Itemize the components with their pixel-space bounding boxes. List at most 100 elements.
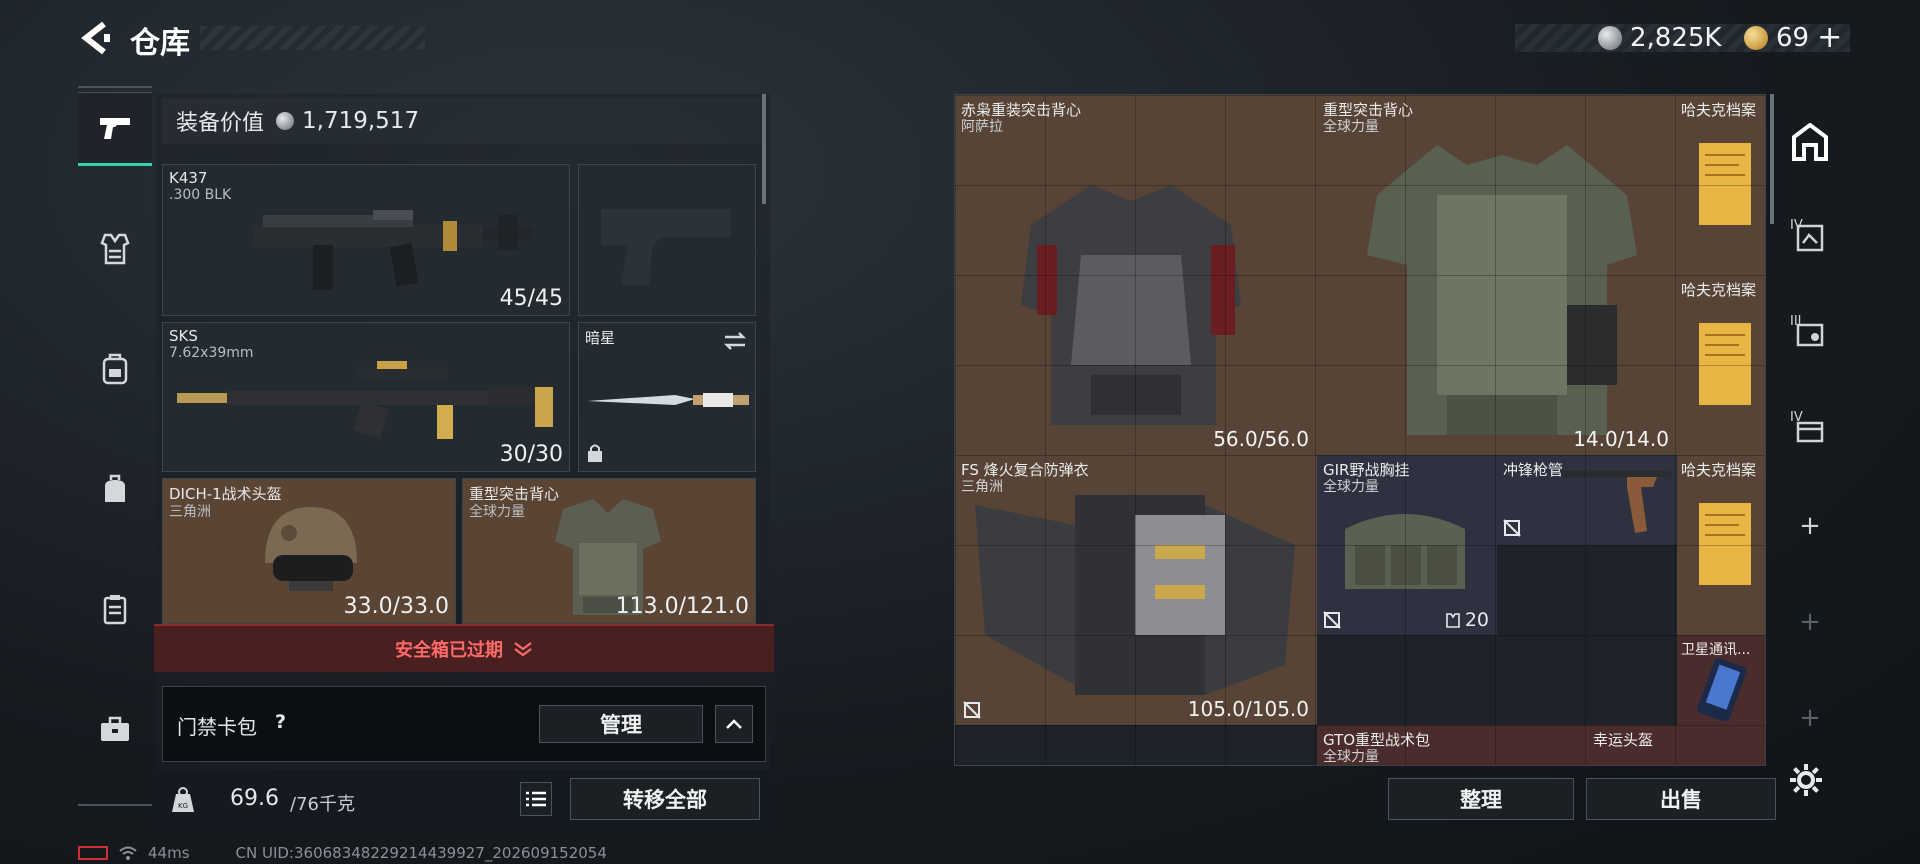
nav-vest[interactable]	[78, 212, 152, 286]
nav-weapons[interactable]	[78, 92, 152, 166]
item-name: 卫星通讯...	[1681, 642, 1751, 658]
pistol-icon	[100, 118, 130, 139]
item-name: 冲锋枪管	[1503, 461, 1564, 479]
stash-item[interactable]: 重型突击背心 全球力量 14.0/14.0	[1317, 95, 1677, 455]
list-view-button[interactable]	[520, 782, 552, 816]
chevron-down-icon	[514, 642, 532, 657]
chest-rig-image	[1345, 514, 1465, 589]
stash-tab-home[interactable]	[1778, 110, 1842, 174]
tab-level: III	[1790, 314, 1802, 329]
item-origin: 三角洲	[961, 479, 1003, 495]
silver-coin-icon	[1598, 26, 1622, 50]
lock-icon	[588, 444, 602, 462]
helmet-slot[interactable]: DICH-1战术头盔 三角洲 33.0/33.0	[162, 478, 456, 624]
nav-backpack[interactable]	[78, 332, 152, 406]
stash-item[interactable]: 哈夫克档案	[1677, 95, 1765, 275]
equipment-value: 1,719,517	[302, 108, 420, 134]
item-origin: 全球力量	[1323, 119, 1379, 135]
vest-icon	[100, 233, 130, 265]
safe-box-expired-bar[interactable]: 安全箱已过期	[154, 624, 774, 672]
item-origin: 阿萨拉	[961, 119, 1003, 135]
wifi-icon	[119, 846, 137, 860]
sidearm-slot[interactable]	[578, 164, 756, 316]
armor-image	[975, 495, 1295, 695]
stash-item[interactable]: FS 烽火复合防弹衣 三角洲 105.0/105.0	[955, 455, 1317, 725]
back-arrow-icon[interactable]	[78, 20, 114, 56]
transfer-all-button[interactable]: 转移全部	[570, 778, 760, 820]
durability: 33.0/33.0	[343, 594, 449, 619]
item-name: 哈夫克档案	[1681, 461, 1757, 479]
chevron-up-icon	[726, 719, 742, 729]
vest-image	[1367, 145, 1637, 435]
gear-icon	[1790, 764, 1822, 796]
weight-icon: KG	[172, 787, 194, 812]
item-origin: 全球力量	[1323, 749, 1379, 765]
silver-coin-icon	[276, 112, 295, 130]
add-tab-button[interactable]: +	[1778, 494, 1842, 558]
nav-case[interactable]	[78, 572, 152, 646]
vest-image	[1021, 185, 1241, 425]
uid: CN UID:36068348229214439927_202609152054	[235, 844, 607, 862]
weight-value: 69.6	[230, 786, 279, 811]
ping: 44ms	[148, 844, 190, 862]
card-pack-label: 门禁卡包	[177, 715, 257, 739]
stash-grid: 赤枭重装突击背心 阿萨拉 56.0/56.0 重型突击背心 全球力量 14.0/…	[954, 94, 1766, 766]
durability: 113.0/121.0	[615, 594, 749, 619]
armor-origin: 全球力量	[469, 504, 525, 520]
stash-item[interactable]: 哈夫克档案	[1677, 455, 1765, 635]
helmet-origin: 三角洲	[169, 504, 211, 520]
armor-slot[interactable]: 重型突击背心 全球力量 113.0/121.0	[462, 478, 756, 624]
item-name: 哈夫克档案	[1681, 281, 1757, 299]
melee-slot[interactable]: 暗星	[578, 322, 756, 472]
swap-icon[interactable]	[723, 331, 747, 351]
weight-bar: KG 69.6 /76千克 转移全部	[156, 770, 770, 830]
add-tab-button[interactable]: +	[1778, 686, 1842, 750]
weapon-name: SKS	[169, 327, 198, 345]
weight-max: /76千克	[290, 794, 355, 815]
stash-item[interactable]: 幸运头盔	[1587, 725, 1765, 765]
collapse-button[interactable]	[715, 705, 753, 743]
manage-button[interactable]: 管理	[539, 705, 703, 743]
stash-item[interactable]: GTO重型战术包 全球力量	[1317, 725, 1587, 765]
stash-item[interactable]: GIR野战胸挂 全球力量 20	[1317, 455, 1497, 635]
svg-text:KG: KG	[178, 802, 188, 810]
stash-item[interactable]: 哈夫克档案	[1677, 275, 1765, 455]
stash-tab-3[interactable]: III	[1778, 302, 1842, 366]
stash-item[interactable]: 卫星通讯...	[1677, 635, 1765, 725]
primary-weapon-slot[interactable]: K437 .300 BLK 45/45	[162, 164, 570, 316]
sell-button[interactable]: 出售	[1586, 778, 1776, 820]
left-nav	[78, 86, 152, 806]
loadout-scrollbar[interactable]	[762, 94, 766, 204]
gold-currency[interactable]: 69 +	[1744, 23, 1842, 53]
equipment-value-row: 装备价值 1,719,517	[162, 98, 762, 144]
no-insurance-icon	[1323, 611, 1341, 629]
stash-item[interactable]: 赤枭重装突击背心 阿萨拉 56.0/56.0	[955, 95, 1317, 455]
document-image	[1699, 323, 1751, 405]
weapon-ammo: .300 BLK	[169, 187, 232, 203]
gold-plus[interactable]: +	[1817, 23, 1842, 53]
nav-bag[interactable]	[78, 452, 152, 526]
help-icon[interactable]: ?	[275, 711, 286, 733]
phone-image	[1697, 658, 1747, 721]
stash-tab-2[interactable]: IV	[1778, 206, 1842, 270]
stash-tab-4[interactable]: IV	[1778, 398, 1842, 462]
add-tab-button[interactable]: +	[1778, 590, 1842, 654]
case-icon	[103, 595, 127, 625]
stash-item[interactable]: 冲锋枪管	[1497, 455, 1677, 545]
nav-toolbox[interactable]	[78, 692, 152, 766]
knife-image	[587, 393, 749, 407]
equipment-value-label: 装备价值	[176, 111, 265, 136]
tab-level: IV	[1790, 218, 1803, 233]
organize-button[interactable]: 整理	[1388, 778, 1574, 820]
title-stripe	[200, 26, 425, 50]
safe-box-status: 安全箱已过期	[395, 640, 503, 661]
pistol-silhouette-icon	[601, 209, 731, 285]
no-insurance-icon	[963, 701, 981, 719]
vest-small-icon	[1446, 613, 1460, 628]
settings-button[interactable]	[1788, 762, 1832, 806]
secondary-weapon-slot[interactable]: SKS 7.62x39mm 30/30	[162, 322, 570, 472]
silver-amount: 2,825K	[1630, 23, 1722, 53]
item-name: 哈夫克档案	[1681, 101, 1757, 119]
ammo-count: 45/45	[499, 286, 563, 311]
gold-amount: 69	[1776, 23, 1810, 53]
